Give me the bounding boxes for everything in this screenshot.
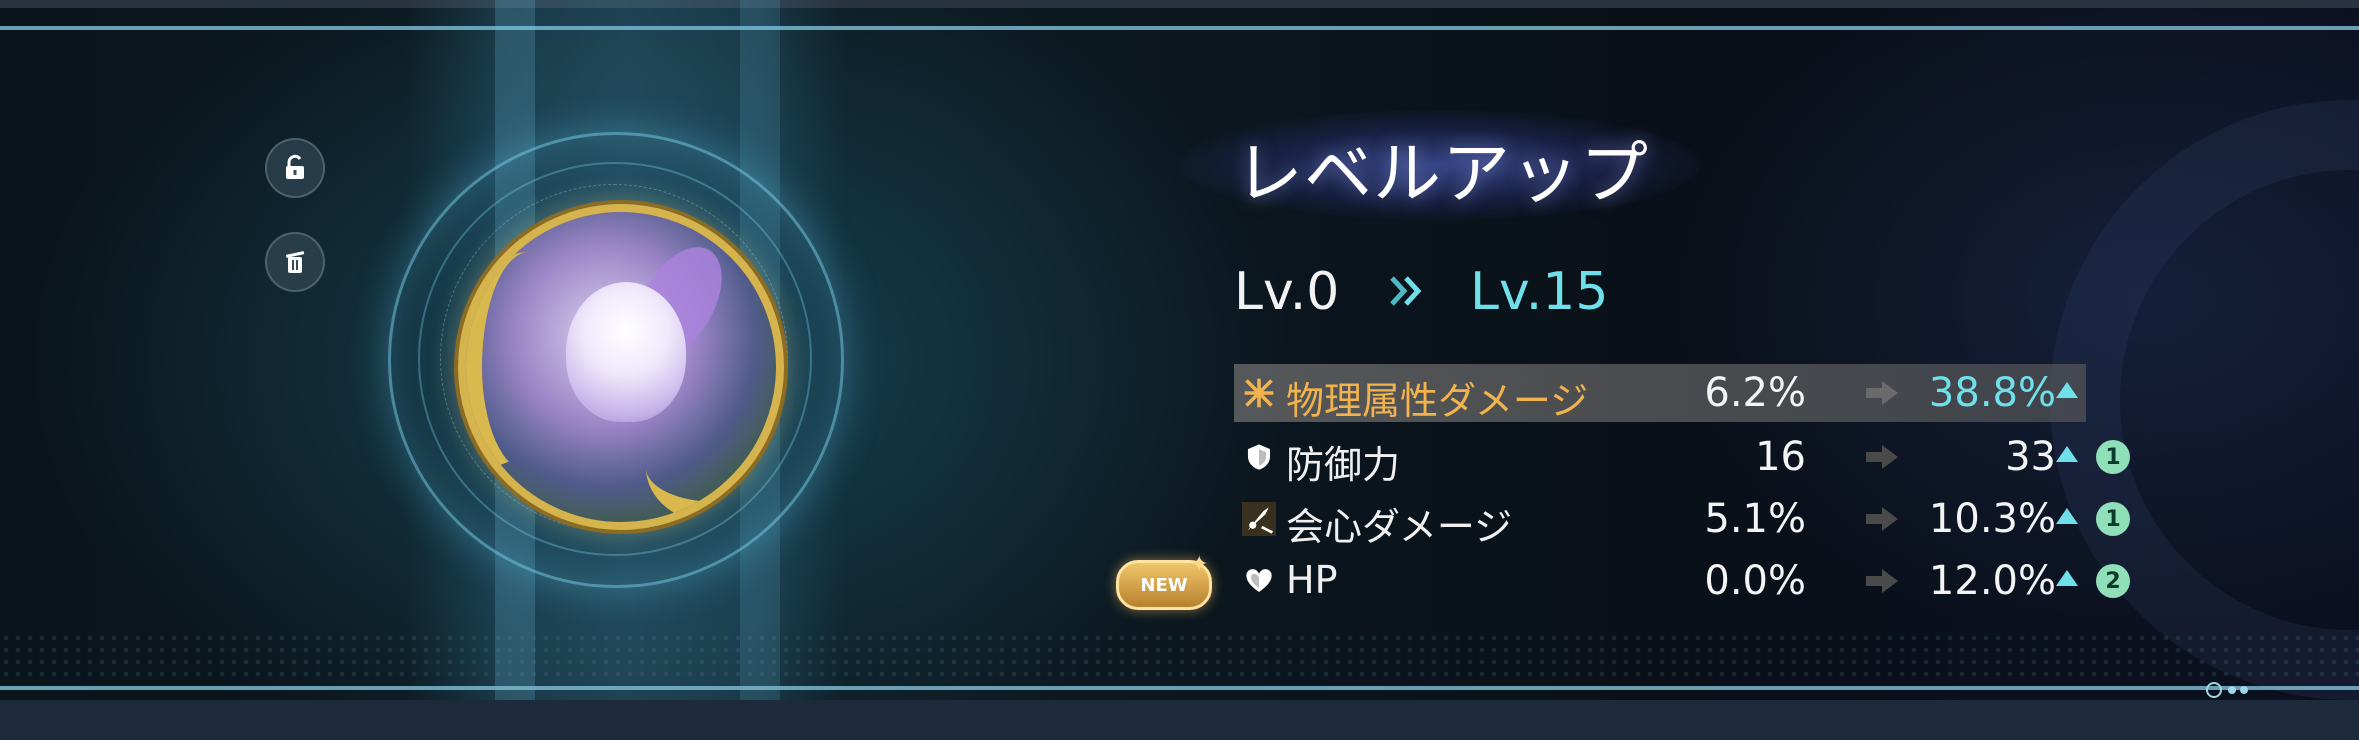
panel-title: レベルアップ xyxy=(1235,135,1650,214)
sparkle-icon: ✦ xyxy=(1190,552,1209,577)
crit-icon xyxy=(1240,500,1278,538)
bottom-divider xyxy=(0,686,2359,690)
double-chevron-right-icon xyxy=(1390,276,1422,306)
stat-name: HP xyxy=(1286,558,1338,602)
upgrade-count-badge: 1 xyxy=(2096,440,2130,474)
arrow-right-icon xyxy=(1866,569,1898,593)
stat-row-defense: 防御力 16 33 1 xyxy=(1234,428,2130,487)
arrow-right-icon xyxy=(1866,507,1898,531)
background-emblem xyxy=(2050,100,2359,700)
stat-new-value: 38.8% xyxy=(1928,370,2056,416)
heart-icon xyxy=(1240,562,1278,600)
stat-new-value: 33 xyxy=(2005,434,2056,480)
up-triangle-icon xyxy=(2056,446,2078,462)
stat-row-hp: HP 0.0% 12.0% 2 xyxy=(1234,552,2130,610)
up-triangle-icon xyxy=(2056,570,2078,586)
level-from: Lv.0 xyxy=(1234,262,1340,322)
page-indicator xyxy=(2206,682,2248,698)
top-bar xyxy=(0,0,2359,8)
stat-new-value: 10.3% xyxy=(1928,496,2056,542)
trash-icon xyxy=(285,251,305,273)
stat-old-value: 16 xyxy=(1755,434,1806,480)
arrow-right-icon xyxy=(1866,445,1898,469)
level-to: Lv.15 xyxy=(1470,262,1609,322)
upgrade-count-badge: 2 xyxy=(2096,564,2130,598)
shield-icon xyxy=(1240,438,1278,476)
stat-row-crit: 会心ダメージ 5.1% 10.3% 1 xyxy=(1234,490,2130,549)
upgrade-count-badge: 1 xyxy=(2096,502,2130,536)
arrow-right-icon xyxy=(1866,381,1898,405)
stat-old-value: 5.1% xyxy=(1704,496,1806,542)
unlock-icon xyxy=(286,154,304,179)
stat-old-value: 6.2% xyxy=(1704,370,1806,416)
dot-pattern xyxy=(0,632,2359,678)
stat-name: 防御力 xyxy=(1286,443,1401,487)
up-triangle-icon xyxy=(2056,508,2078,524)
level-up-screen: レベルアップ Lv.0 Lv.15 物理属性ダメージ 6.2% 38.8% 防御… xyxy=(0,0,2359,740)
top-divider xyxy=(0,26,2359,30)
physical-attribute-icon xyxy=(1240,374,1278,412)
medal-laurel-left xyxy=(466,252,602,482)
delete-button[interactable] xyxy=(265,232,325,292)
medal-laurel-right xyxy=(646,412,776,522)
stat-name: 会心ダメージ xyxy=(1286,505,1513,549)
medal-image[interactable] xyxy=(458,204,784,530)
stat-name: 物理属性ダメージ xyxy=(1286,379,1589,423)
up-triangle-icon xyxy=(2056,382,2078,398)
stat-old-value: 0.0% xyxy=(1704,558,1806,604)
stat-new-value: 12.0% xyxy=(1928,558,2056,604)
lock-button[interactable] xyxy=(265,138,325,198)
stat-row-physical: 物理属性ダメージ 6.2% 38.8% xyxy=(1234,364,2086,423)
bottom-bar xyxy=(0,700,2359,740)
